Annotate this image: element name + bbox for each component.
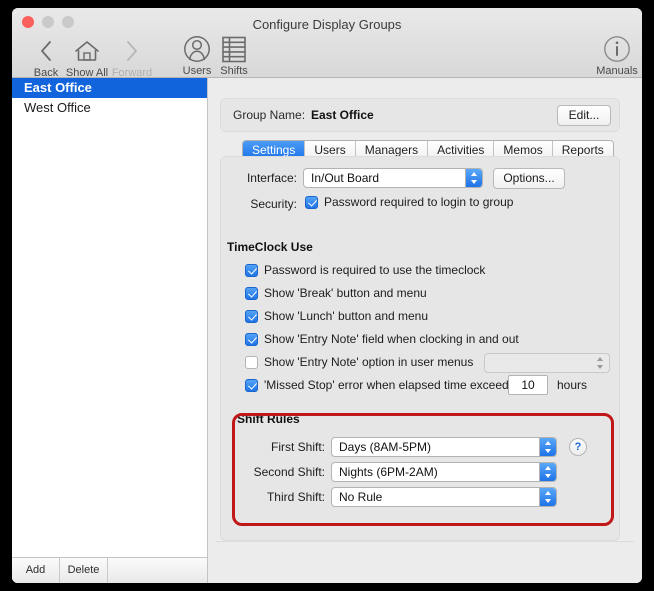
interface-select-value: In/Out Board [311, 171, 380, 185]
chevron-updown-icon [539, 438, 556, 456]
interface-select[interactable]: In/Out Board [303, 168, 483, 188]
sidebar-item-label: West Office [24, 100, 91, 115]
toolbar-show-all-button[interactable]: Show All [62, 36, 112, 79]
group-name-header: Group Name: East Office Edit... [220, 98, 620, 132]
add-group-button[interactable]: Add [12, 558, 60, 583]
third-shift-select-value: No Rule [339, 490, 383, 504]
first-shift-select-value: Days (8AM-5PM) [339, 440, 432, 454]
second-shift-label: Second Shift: [253, 465, 325, 479]
third-shift-select[interactable]: No Rule [331, 487, 557, 507]
second-shift-select-value: Nights (6PM-2AM) [339, 465, 438, 479]
entry-note-menu-select[interactable] [484, 353, 610, 373]
window-body: East Office West Office Add Delete Group… [12, 78, 642, 583]
chevron-updown-icon [465, 169, 482, 187]
shift-rules-section-title: Shift Rules [237, 412, 300, 426]
third-shift-label: Third Shift: [266, 490, 325, 504]
checkbox-icon[interactable] [245, 332, 258, 346]
checkbox-icon[interactable] [245, 286, 258, 300]
grid-rows-icon [212, 34, 256, 64]
checkbox-icon[interactable] [245, 263, 258, 277]
first-shift-label: First Shift: [270, 440, 325, 454]
sidebar-item-east-office[interactable]: East Office [12, 78, 207, 98]
groups-list: East Office West Office [12, 78, 207, 118]
timeclock-missed-stop-checkbox-label: 'Missed Stop' error when elapsed time ex… [264, 378, 515, 392]
settings-pane: Group Name: East Office Edit... Settings… [208, 78, 642, 583]
missed-stop-hours-input[interactable]: 10 [508, 375, 548, 395]
sidebar-footer-bar: Add Delete [12, 557, 207, 583]
timeclock-break-checkbox-label: Show 'Break' button and menu [264, 286, 427, 300]
timeclock-break-checkbox-row[interactable]: Show 'Break' button and menu [245, 286, 427, 300]
timeclock-lunch-checkbox-row[interactable]: Show 'Lunch' button and menu [245, 309, 428, 323]
toolbar-manuals-button[interactable]: Manuals [590, 34, 642, 77]
timeclock-password-checkbox-label: Password is required to use the timecloc… [264, 263, 486, 277]
settings-panel: Interface: In/Out Board Options... Secur… [220, 156, 620, 541]
groups-sidebar: East Office West Office Add Delete [12, 78, 208, 583]
shift-rules-help-button[interactable]: ? [569, 438, 587, 456]
checkbox-icon[interactable] [245, 355, 258, 369]
group-name-label: Group Name: [233, 108, 306, 122]
timeclock-password-checkbox-row[interactable]: Password is required to use the timecloc… [245, 263, 485, 277]
checkbox-icon[interactable] [245, 378, 258, 392]
delete-group-button[interactable]: Delete [60, 558, 108, 583]
sidebar-item-label: East Office [24, 80, 92, 95]
chevron-updown-icon [539, 463, 556, 481]
timeclock-entrynote-field-checkbox-label: Show 'Entry Note' field when clocking in… [264, 332, 519, 346]
app-window: Configure Display Groups Back Show All F… [12, 8, 642, 583]
security-label: Security: [250, 197, 297, 211]
pane-action-bar: Revert Apply [404, 541, 642, 583]
chevron-updown-icon [592, 354, 609, 372]
chevron-updown-icon [539, 488, 556, 506]
sidebar-footer-spacer [108, 558, 207, 583]
window-titlebar: Configure Display Groups Back Show All F… [12, 8, 642, 79]
first-shift-select[interactable]: Days (8AM-5PM) [331, 437, 557, 457]
security-password-checkbox-row[interactable]: Password required to login to group [305, 195, 513, 209]
toolbar-shifts-button[interactable]: Shifts [212, 34, 256, 77]
timeclock-entrynote-menu-checkbox-row[interactable]: Show 'Entry Note' option in user menus [245, 355, 473, 369]
timeclock-lunch-checkbox-label: Show 'Lunch' button and menu [264, 309, 429, 323]
toolbar-shifts-label: Shifts [220, 65, 248, 77]
second-shift-select[interactable]: Nights (6PM-2AM) [331, 462, 557, 482]
interface-label: Interface: [246, 171, 297, 185]
toolbar-forward-button[interactable]: Forward [108, 36, 156, 79]
sidebar-item-west-office[interactable]: West Office [12, 98, 207, 118]
missed-stop-hours-suffix: hours [557, 378, 588, 392]
group-name-value: East Office [311, 108, 374, 122]
toolbar-back-button[interactable]: Back [26, 36, 66, 79]
timeclock-entrynote-menu-checkbox-label: Show 'Entry Note' option in user menus [264, 355, 474, 369]
checkbox-icon[interactable] [305, 195, 318, 209]
timeclock-missed-stop-checkbox-row[interactable]: 'Missed Stop' error when elapsed time ex… [245, 378, 515, 392]
chevron-right-icon [108, 36, 156, 66]
timeclock-entrynote-field-checkbox-row[interactable]: Show 'Entry Note' field when clocking in… [245, 332, 519, 346]
checkbox-icon[interactable] [245, 309, 258, 323]
window-title: Configure Display Groups [252, 17, 402, 32]
security-password-checkbox-label: Password required to login to group [324, 195, 514, 209]
chevron-left-icon [26, 36, 66, 66]
edit-group-name-button[interactable]: Edit... [557, 105, 611, 126]
interface-options-button[interactable]: Options... [493, 168, 565, 189]
toolbar-manuals-label: Manuals [596, 65, 638, 77]
timeclock-section-title: TimeClock Use [227, 240, 313, 254]
home-icon [62, 36, 112, 66]
info-circle-icon [590, 34, 642, 64]
